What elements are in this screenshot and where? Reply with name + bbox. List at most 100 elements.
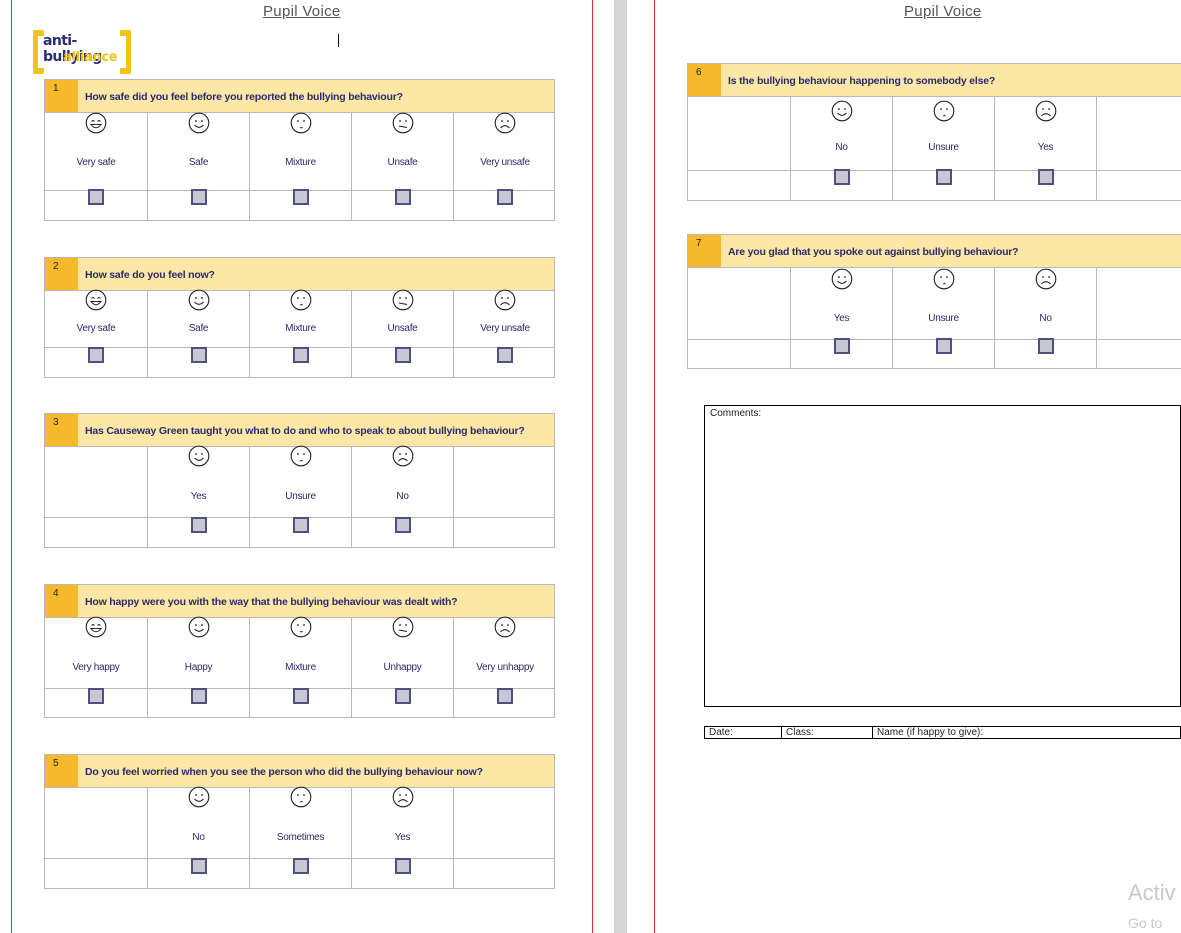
answer-cell: Unhappy	[352, 616, 454, 717]
question-header: 7 Are you glad that you spoke out against…	[688, 235, 1181, 268]
answer-label: Very safe	[76, 323, 116, 334]
answer-cell: Unsure	[893, 96, 995, 200]
answer-checkbox[interactable]	[394, 858, 411, 874]
answer-label: Unsure	[928, 142, 959, 153]
answer-cell: Unsafe	[352, 112, 454, 220]
answer-checkbox[interactable]	[497, 347, 513, 363]
question-number: 6	[688, 64, 721, 96]
neutral-face-icon	[290, 445, 312, 467]
question-1-table: 1 How safe did you feel before you report…	[44, 79, 555, 221]
anti-bullying-alliance-logo: anti-bullying alliance	[33, 30, 131, 74]
answer-checkbox[interactable]	[394, 517, 411, 533]
answer-checkbox[interactable]	[190, 858, 207, 874]
answer-cell: Mixture	[250, 112, 352, 220]
answer-checkbox[interactable]	[190, 189, 207, 205]
question-header: 1 How safe did you feel before you report…	[45, 80, 554, 113]
question-text: Has Causeway Green taught you what to do…	[85, 425, 525, 437]
question-number: 1	[45, 80, 78, 112]
question-header: 6 Is the bullying behaviour happening to …	[688, 64, 1181, 97]
answer-label: Unsure	[285, 491, 316, 502]
answer-label: Yes	[833, 313, 850, 324]
neutral-face-icon	[933, 268, 955, 290]
activation-watermark-line2: Go to	[1128, 915, 1163, 931]
answer-label: Very safe	[76, 157, 116, 168]
date-field[interactable]: Date:	[705, 727, 782, 738]
sad-face-icon	[494, 289, 516, 311]
neutral-face-icon	[290, 112, 312, 134]
answer-checkbox[interactable]	[394, 189, 411, 205]
sad-face-icon	[494, 616, 516, 638]
answer-checkbox[interactable]	[833, 338, 850, 354]
page-header-left: Pupil Voice	[263, 3, 341, 20]
question-number: 3	[45, 414, 78, 446]
answer-cell: Very safe	[45, 112, 148, 220]
answer-cell: No	[352, 445, 454, 547]
answer-cell	[1097, 267, 1181, 368]
answer-checkbox[interactable]	[394, 347, 411, 363]
answer-cell	[1097, 96, 1181, 200]
answer-checkbox[interactable]	[833, 169, 850, 185]
comments-label: Comments:	[710, 408, 762, 419]
question-4-table: 4 How happy were you with the way that th…	[44, 584, 555, 718]
answer-cell: Safe	[148, 289, 250, 377]
page-gap	[614, 0, 627, 933]
answer-cell	[688, 267, 791, 368]
answer-checkbox[interactable]	[497, 688, 513, 704]
name-field[interactable]: Name (if happy to give):	[873, 727, 1180, 738]
answer-checkbox[interactable]	[88, 347, 104, 363]
neutral-face-icon	[933, 100, 955, 122]
question-header: 4 How happy were you with the way that th…	[45, 585, 554, 618]
answer-checkbox[interactable]	[88, 688, 104, 704]
answer-label: No	[1039, 313, 1052, 324]
sad-face-icon	[1035, 268, 1057, 290]
answer-checkbox[interactable]	[1037, 169, 1054, 185]
answer-checkbox[interactable]	[190, 347, 207, 363]
answer-label: No	[835, 142, 848, 153]
answer-label: Very happy	[72, 662, 120, 673]
happy-face-icon	[188, 289, 210, 311]
unhappy-face-icon	[392, 616, 414, 638]
page-header-right: Pupil Voice	[904, 3, 982, 20]
question-7-table: 7 Are you glad that you spoke out against…	[687, 234, 1181, 369]
happy-face-icon	[831, 268, 853, 290]
question-header: 3 Has Causeway Green taught you what to d…	[45, 414, 554, 447]
answer-label: Unsure	[928, 313, 959, 324]
answer-cell: Happy	[148, 616, 250, 717]
question-number: 7	[688, 235, 721, 267]
sad-face-icon	[1035, 100, 1057, 122]
sad-face-icon	[392, 786, 414, 808]
answer-checkbox[interactable]	[190, 688, 207, 704]
answer-checkbox[interactable]	[1037, 338, 1054, 354]
neutral-face-icon	[290, 616, 312, 638]
answer-checkbox[interactable]	[292, 189, 309, 205]
very-happy-face-icon	[85, 616, 107, 638]
question-number: 5	[45, 755, 78, 787]
answer-checkbox[interactable]	[394, 688, 411, 704]
question-3-table: 3 Has Causeway Green taught you what to d…	[44, 413, 555, 548]
answer-label: No	[192, 832, 205, 843]
question-number: 4	[45, 585, 78, 617]
sad-face-icon	[392, 445, 414, 467]
answer-cell: Yes	[995, 96, 1097, 200]
answer-checkbox[interactable]	[88, 189, 104, 205]
sad-face-icon	[494, 112, 516, 134]
question-text: Do you feel worried when you see the per…	[85, 766, 483, 778]
comments-box[interactable]: Comments:	[704, 405, 1181, 707]
answer-label: Sometimes	[276, 832, 325, 843]
answer-cell: Unsafe	[352, 289, 454, 377]
answer-checkbox[interactable]	[190, 517, 207, 533]
answer-checkbox[interactable]	[292, 688, 309, 704]
class-field[interactable]: Class:	[782, 727, 873, 738]
question-5-table: 5 Do you feel worried when you see the pe…	[44, 754, 555, 889]
answer-cell	[45, 446, 148, 547]
answer-checkbox[interactable]	[935, 169, 952, 185]
answer-label: Yes	[190, 491, 207, 502]
answer-checkbox[interactable]	[497, 189, 513, 205]
answer-cell: Yes	[352, 786, 454, 888]
answer-checkbox[interactable]	[292, 517, 309, 533]
answer-checkbox[interactable]	[292, 347, 309, 363]
answer-checkbox[interactable]	[292, 858, 309, 874]
question-text: Is the bullying behaviour happening to s…	[728, 75, 996, 87]
answer-checkbox[interactable]	[935, 338, 952, 354]
answer-cell: Unsure	[893, 267, 995, 368]
